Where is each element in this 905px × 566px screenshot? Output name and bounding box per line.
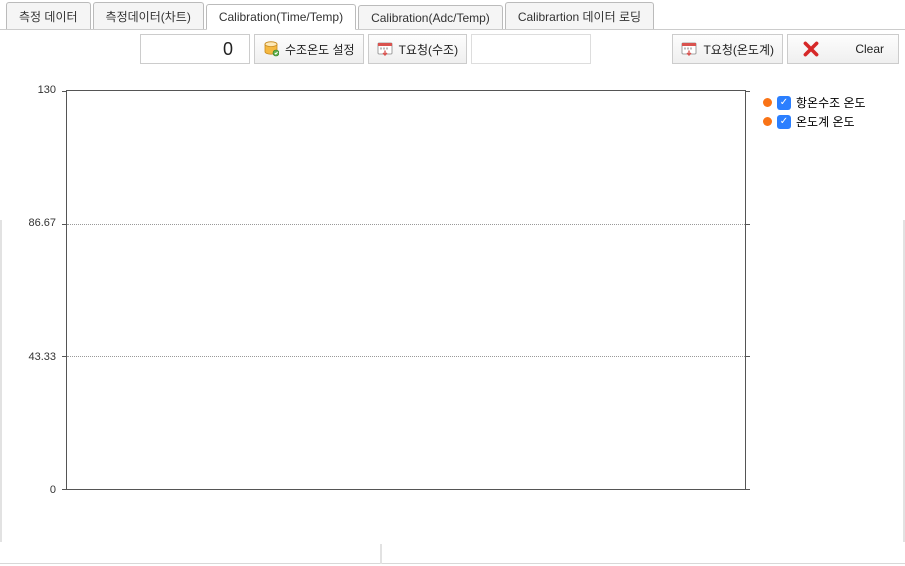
set-tank-temp-label: 수조온도 설정 xyxy=(285,41,355,58)
clear-label: Clear xyxy=(855,42,884,56)
y-tick-label: 130 xyxy=(8,84,56,96)
chart-legend: ✓ 항온수조 온도 ✓ 온도계 온도 xyxy=(757,90,897,136)
calendar-down-icon xyxy=(377,41,393,57)
tab-measure-chart[interactable]: 측정데이터(차트) xyxy=(93,2,204,30)
y-tick-label: 86.67 xyxy=(8,217,56,229)
y-axis: 130 86.67 43.33 0 xyxy=(8,90,62,490)
request-thermo-temp-button[interactable]: T요청(온도계) xyxy=(672,34,783,64)
chart-area: 130 86.67 43.33 0 ✓ 항온수조 온도 ✓ 온도계 온도 xyxy=(8,90,897,550)
set-tank-temp-button[interactable]: 수조온도 설정 xyxy=(254,34,364,64)
chart-plot[interactable] xyxy=(66,90,746,490)
database-icon xyxy=(263,41,279,57)
series-color-dot xyxy=(763,117,772,126)
y-tick-label: 0 xyxy=(8,484,56,496)
legend-item[interactable]: ✓ 항온수조 온도 xyxy=(763,94,891,111)
toolbar: 0 수조온도 설정 T요청(수조) T요청(온도계) Clear xyxy=(0,30,905,68)
y-tick-label: 43.33 xyxy=(8,351,56,363)
request-thermo-temp-label: T요청(온도계) xyxy=(703,41,774,58)
tab-bar: 측정 데이터 측정데이터(차트) Calibration(Time/Temp) … xyxy=(0,0,905,30)
series-checkbox[interactable]: ✓ xyxy=(777,115,791,129)
tab-calibration-data-loading[interactable]: Calibrartion 데이터 로딩 xyxy=(505,2,654,30)
legend-label: 항온수조 온도 xyxy=(796,94,866,111)
panel-edge xyxy=(0,220,2,542)
legend-item[interactable]: ✓ 온도계 온도 xyxy=(763,113,891,130)
bottom-border xyxy=(0,563,905,564)
tab-divider xyxy=(0,29,905,30)
request-tank-temp-button[interactable]: T요청(수조) xyxy=(368,34,467,64)
clear-button[interactable]: Clear xyxy=(787,34,899,64)
current-value-display: 0 xyxy=(140,34,250,64)
tab-measure-data[interactable]: 측정 데이터 xyxy=(6,2,91,30)
tab-calibration-adc-temp[interactable]: Calibration(Adc/Temp) xyxy=(358,5,503,30)
series-color-dot xyxy=(763,98,772,107)
request-tank-temp-label: T요청(수조) xyxy=(399,41,458,58)
close-icon xyxy=(802,40,820,58)
series-checkbox[interactable]: ✓ xyxy=(777,96,791,110)
calendar-down-icon xyxy=(681,41,697,57)
panel-edge xyxy=(380,544,382,564)
tab-calibration-time-temp[interactable]: Calibration(Time/Temp) xyxy=(206,4,356,30)
legend-label: 온도계 온도 xyxy=(796,113,855,130)
toolbar-empty-slot xyxy=(471,34,591,64)
